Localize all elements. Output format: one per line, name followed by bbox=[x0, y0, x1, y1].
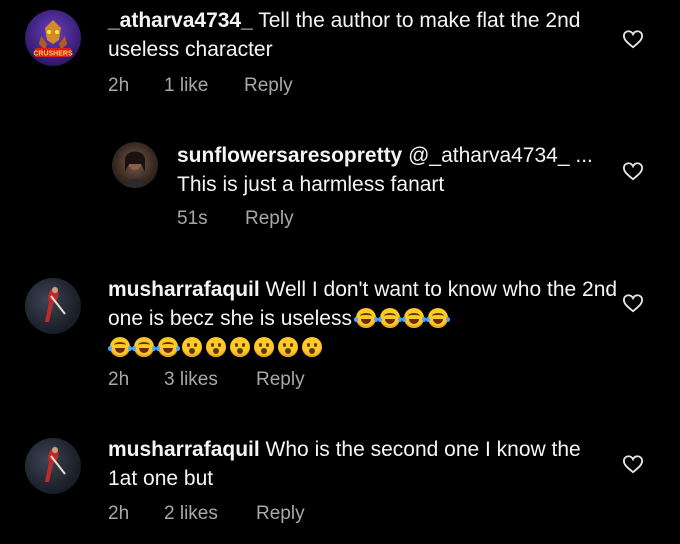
face-with-open-mouth-icon bbox=[206, 337, 226, 357]
username[interactable]: _atharva4734_ bbox=[108, 9, 253, 32]
portrait-avatar-icon bbox=[122, 151, 148, 188]
heart-outline-icon[interactable] bbox=[622, 161, 644, 181]
comment: musharrafaquil Who is the second one I k… bbox=[0, 430, 680, 540]
likes-count[interactable]: 1 like bbox=[164, 75, 244, 97]
username[interactable]: musharrafaquil bbox=[108, 278, 260, 301]
reply-button[interactable]: Reply bbox=[245, 208, 294, 230]
avatar[interactable] bbox=[112, 142, 158, 188]
reply-button[interactable]: Reply bbox=[256, 503, 305, 525]
username[interactable]: sunflowersaresopretty bbox=[177, 144, 402, 167]
avatar[interactable] bbox=[25, 438, 81, 494]
face-with-open-mouth-icon bbox=[302, 337, 322, 357]
face-with-open-mouth-icon bbox=[182, 337, 202, 357]
heart-outline-icon[interactable] bbox=[622, 29, 644, 49]
face-with-tears-of-joy-icon bbox=[108, 337, 132, 357]
face-with-tears-of-joy-icon bbox=[353, 308, 378, 328]
heart-outline-icon[interactable] bbox=[622, 293, 644, 313]
likes-count[interactable]: 3 likes bbox=[164, 369, 256, 391]
face-with-tears-of-joy-icon bbox=[377, 308, 402, 328]
comment-text: sunflowersaresopretty @_atharva4734_ ...… bbox=[177, 141, 607, 199]
avatar[interactable] bbox=[25, 278, 81, 334]
comment-text: musharrafaquil Who is the second one I k… bbox=[108, 435, 608, 493]
crushers-logo-icon: CRUSHERS bbox=[33, 20, 73, 58]
comment-time: 2h bbox=[108, 503, 130, 524]
face-with-tears-of-joy-icon bbox=[401, 308, 426, 328]
face-with-tears-of-joy-icon bbox=[425, 308, 450, 328]
likes-count[interactable]: 2 likes bbox=[164, 503, 256, 525]
comment-reply: sunflowersaresopretty @_atharva4734_ ...… bbox=[0, 135, 680, 235]
face-with-tears-of-joy-icon bbox=[156, 337, 180, 357]
comment: CRUSHERS _atharva4734_ Tell the author t… bbox=[0, 0, 680, 110]
face-with-tears-of-joy-icon bbox=[132, 337, 156, 357]
artwork-avatar-icon bbox=[45, 286, 66, 322]
avatar-logo-label: CRUSHERS bbox=[33, 51, 73, 58]
face-with-open-mouth-icon bbox=[254, 337, 274, 357]
heart-outline-icon[interactable] bbox=[622, 454, 644, 474]
username[interactable]: musharrafaquil bbox=[108, 438, 260, 461]
face-with-open-mouth-icon bbox=[278, 337, 298, 357]
comment-text: _atharva4734_ Tell the author to make fl… bbox=[108, 6, 608, 64]
artwork-avatar-icon bbox=[45, 446, 66, 482]
comment-time: 2h bbox=[108, 369, 130, 390]
avatar[interactable]: CRUSHERS bbox=[25, 10, 81, 66]
face-with-open-mouth-icon bbox=[230, 337, 250, 357]
comment-time: 51s bbox=[177, 208, 208, 229]
comment-text: musharrafaquil Well I don't want to know… bbox=[108, 275, 618, 362]
reply-button[interactable]: Reply bbox=[256, 369, 305, 391]
comment-time: 2h bbox=[108, 75, 130, 96]
reply-button[interactable]: Reply bbox=[244, 75, 293, 97]
comment: musharrafaquil Well I don't want to know… bbox=[0, 270, 680, 400]
